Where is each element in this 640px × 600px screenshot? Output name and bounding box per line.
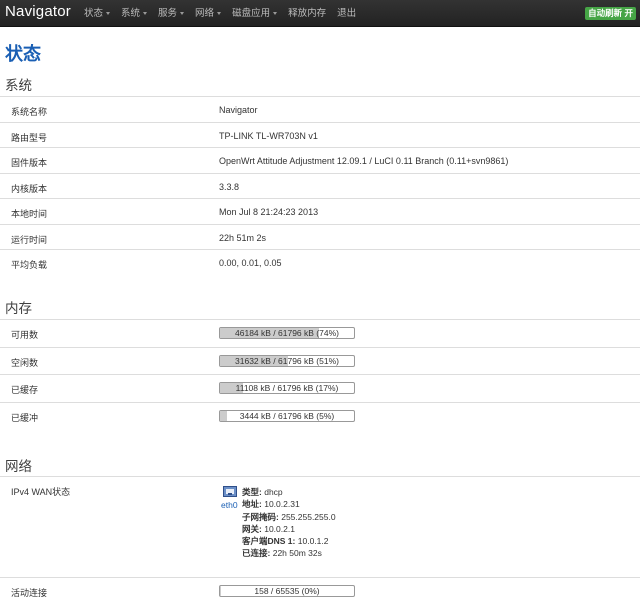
auto-refresh-toggle[interactable]: 自动刷新 开 bbox=[585, 7, 636, 20]
chevron-down-icon bbox=[106, 11, 111, 15]
table-row: 路由型号 TP-LINK TL-WR703N v1 bbox=[0, 121, 640, 148]
memory-progress-bar: 46184 kB / 61796 kB (74%) bbox=[219, 327, 355, 339]
wan-gateway-line: 网关: 10.0.2.1 bbox=[242, 523, 295, 534]
menu-services[interactable]: 服务 bbox=[154, 0, 188, 27]
chevron-down-icon bbox=[143, 11, 148, 15]
memory-progress-bar: 11108 kB / 61796 kB (17%) bbox=[219, 382, 355, 394]
wan-dns-line: 客户端DNS 1: 10.0.1.2 bbox=[242, 536, 329, 547]
ethernet-port-icon bbox=[223, 486, 237, 497]
row-value: TP-LINK TL-WR703N v1 bbox=[219, 130, 318, 141]
row-label: 固件版本 bbox=[11, 158, 48, 168]
memory-progress-bar: 31632 kB / 61796 kB (51%) bbox=[219, 354, 355, 367]
row-value: 22h 51m 2s bbox=[219, 232, 267, 243]
top-navbar: Navigator 状态 系统 服务 网络 磁盘应用 释放内存 退出 自动刷新 … bbox=[0, 0, 640, 27]
menu-free-memory[interactable]: 释放内存 bbox=[284, 0, 330, 27]
progress-text: 11108 kB / 61796 kB (17%) bbox=[235, 383, 339, 393]
progress-text: 3444 kB / 61796 kB (5%) bbox=[239, 410, 335, 421]
table-row: IPv4 WAN状态 eth0 类型: dhcp 地址: 10.0.2.31 子… bbox=[0, 476, 640, 577]
table-row: 可用数 46184 kB / 61796 kB (74%) bbox=[0, 319, 640, 347]
wan-interface-name: eth0 bbox=[221, 500, 238, 510]
row-label: 路由型号 bbox=[11, 132, 48, 143]
system-table: 系统名称 Navigator 路由型号 TP-LINK TL-WR703N v1… bbox=[0, 96, 640, 275]
row-label: 活动连接 bbox=[11, 588, 48, 598]
progress-text: 31632 kB / 61796 kB (51%) bbox=[235, 355, 339, 366]
row-label: 内核版本 bbox=[11, 183, 48, 194]
row-label: 可用数 bbox=[11, 330, 39, 340]
table-row: 活动连接 158 / 65535 (0%) bbox=[0, 577, 640, 600]
wan-details: 类型: dhcp 地址: 10.0.2.31 子网掩码: 255.255.255… bbox=[242, 486, 336, 560]
section-title-system: 系统 bbox=[5, 78, 32, 93]
connections-progress-bar: 158 / 65535 (0%) bbox=[219, 585, 355, 597]
brand-logo[interactable]: Navigator bbox=[5, 3, 71, 20]
table-row: 已缓存 11108 kB / 61796 kB (17%) bbox=[0, 374, 640, 402]
wan-type-line: 类型: dhcp bbox=[242, 487, 283, 497]
row-label: 已缓存 bbox=[11, 385, 39, 395]
progress-text: 158 / 65535 (0%) bbox=[254, 586, 320, 596]
row-label: 运行时间 bbox=[11, 234, 48, 245]
table-row: 运行时间 22h 51m 2s bbox=[0, 223, 640, 250]
row-label: 空闲数 bbox=[11, 357, 39, 368]
memory-table: 可用数 46184 kB / 61796 kB (74%) 空闲数 31632 … bbox=[0, 319, 640, 429]
row-value: Navigator bbox=[219, 105, 258, 115]
section-title-network: 网络 bbox=[5, 459, 32, 474]
chevron-down-icon bbox=[180, 11, 185, 15]
wan-netmask-line: 子网掩码: 255.255.255.0 bbox=[242, 511, 336, 522]
row-label: 本地时间 bbox=[11, 209, 48, 219]
row-label: 已缓冲 bbox=[11, 412, 39, 423]
table-row: 系统名称 Navigator bbox=[0, 96, 640, 122]
menu-logout[interactable]: 退出 bbox=[333, 0, 360, 27]
table-row: 空闲数 31632 kB / 61796 kB (51%) bbox=[0, 346, 640, 375]
row-value: 0.00, 0.01, 0.05 bbox=[219, 258, 282, 268]
menu-system[interactable]: 系统 bbox=[117, 0, 151, 27]
menu-disk-apps[interactable]: 磁盘应用 bbox=[228, 0, 281, 27]
table-row: 已缓冲 3444 kB / 61796 kB (5%) bbox=[0, 401, 640, 430]
table-row: 平均负载 0.00, 0.01, 0.05 bbox=[0, 249, 640, 275]
wan-address-line: 地址: 10.0.2.31 bbox=[242, 499, 300, 510]
row-label: 平均负载 bbox=[11, 260, 48, 270]
chevron-down-icon bbox=[273, 11, 278, 15]
memory-progress-bar: 3444 kB / 61796 kB (5%) bbox=[219, 409, 355, 422]
network-table: IPv4 WAN状态 eth0 类型: dhcp 地址: 10.0.2.31 子… bbox=[0, 476, 640, 600]
table-row: 内核版本 3.3.8 bbox=[0, 172, 640, 199]
table-row: 固件版本 OpenWrt Attitude Adjustment 12.09.1… bbox=[0, 147, 640, 173]
row-label: 系统名称 bbox=[11, 107, 48, 117]
row-value: 3.3.8 bbox=[219, 181, 240, 192]
table-row: 本地时间 Mon Jul 8 21:24:23 2013 bbox=[0, 198, 640, 224]
menu-network[interactable]: 网络 bbox=[191, 0, 225, 27]
page-title: 状态 bbox=[5, 44, 41, 64]
progress-text: 46184 kB / 61796 kB (74%) bbox=[235, 328, 339, 338]
row-value: OpenWrt Attitude Adjustment 12.09.1 / Lu… bbox=[219, 156, 509, 166]
section-title-memory: 内存 bbox=[5, 301, 32, 316]
row-label: IPv4 WAN状态 bbox=[11, 487, 71, 497]
row-value: Mon Jul 8 21:24:23 2013 bbox=[219, 207, 319, 217]
main-menu: 状态 系统 服务 网络 磁盘应用 释放内存 退出 bbox=[80, 0, 363, 27]
chevron-down-icon bbox=[217, 11, 222, 15]
menu-status[interactable]: 状态 bbox=[80, 0, 114, 27]
wan-connected-line: 已连接: 22h 50m 32s bbox=[242, 548, 322, 559]
